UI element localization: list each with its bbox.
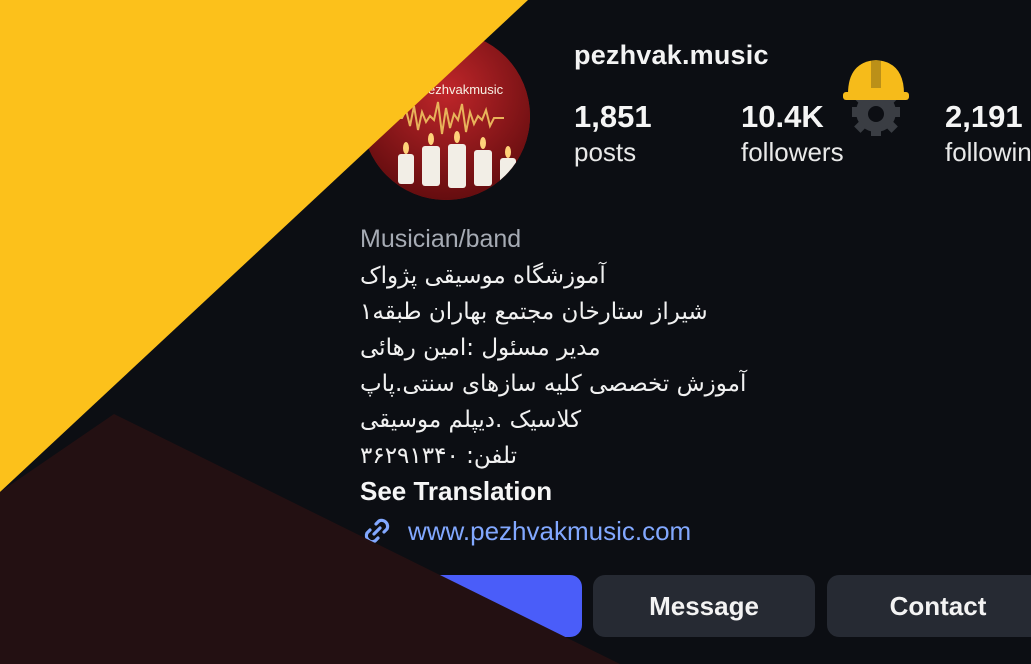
stat-following-label: followin bbox=[945, 137, 1031, 168]
bio-line: تلفن: ۳۶۲۹۱۳۴۰ bbox=[360, 443, 518, 469]
stat-posts[interactable]: 1,851 posts bbox=[574, 98, 652, 168]
follow-button[interactable]: w bbox=[320, 575, 582, 637]
stat-posts-label: posts bbox=[574, 137, 637, 168]
profile-bio: آموزشگاه موسیقی پژواک شیراز ستارخان مجتم… bbox=[360, 258, 746, 474]
stat-followers[interactable]: 10.4K followers bbox=[741, 98, 844, 168]
message-button[interactable]: Message bbox=[593, 575, 815, 637]
stat-posts-value: 1,851 bbox=[574, 99, 652, 134]
bio-line: آموزشگاه موسیقی پژواک bbox=[360, 263, 606, 289]
stat-followers-value: 10.4K bbox=[741, 99, 824, 134]
website-url: www.pezhvakmusic.com bbox=[408, 515, 692, 546]
contact-button[interactable]: Contact bbox=[827, 575, 1031, 637]
profile-category: Musician/band bbox=[360, 225, 522, 253]
stat-following[interactable]: 2,191 followin bbox=[945, 98, 1031, 168]
bio-line: مدیر مسئول :امین رهائی bbox=[360, 335, 601, 361]
see-translation-link[interactable]: See Translation bbox=[360, 476, 552, 507]
profile-username[interactable]: pezhvak.music bbox=[574, 40, 769, 71]
link-chain-icon bbox=[364, 518, 390, 544]
stat-following-value: 2,191 bbox=[945, 99, 1023, 134]
website-link[interactable]: www.pezhvakmusic.com bbox=[360, 514, 691, 548]
profile-header: pezhvakmusic pezhvak.music 1,851 posts 1… bbox=[0, 0, 1031, 664]
avatar-image: pezhvakmusic bbox=[362, 32, 530, 200]
bio-line: شیراز ستارخان مجتمع بهاران طبقه۱ bbox=[360, 299, 708, 325]
profile-avatar[interactable]: pezhvakmusic bbox=[362, 32, 530, 200]
bio-line: آموزش تخصصی کلیه سازهای سنتی.پاپ bbox=[360, 371, 747, 397]
stat-followers-label: followers bbox=[741, 137, 844, 168]
avatar-text: pezhvakmusic bbox=[421, 82, 504, 97]
construction-helmet-gear-icon bbox=[843, 60, 909, 136]
bio-line: کلاسیک .دیپلم موسیقی bbox=[360, 407, 582, 433]
